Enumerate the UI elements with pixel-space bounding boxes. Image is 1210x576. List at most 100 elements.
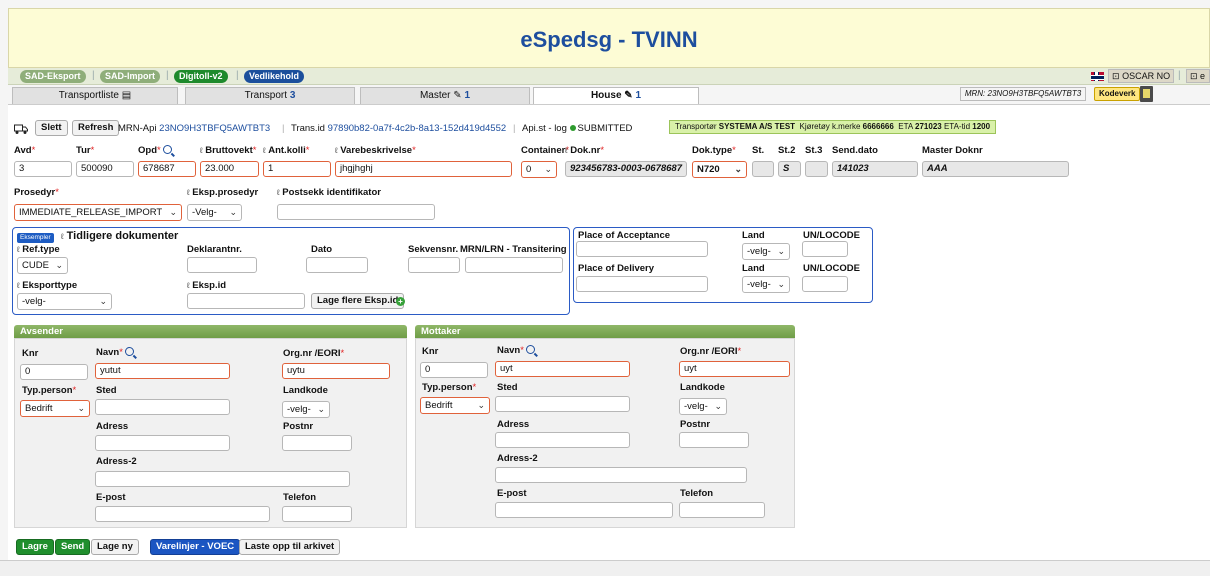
api-status[interactable]: Api.st - log SUBMITTED — [522, 123, 632, 134]
avsender-landkode-label: Landkode — [283, 385, 328, 396]
search-icon[interactable] — [525, 345, 535, 354]
nav-sad-import[interactable]: SAD-Import — [100, 70, 160, 83]
tur-input[interactable]: 500090 — [76, 161, 134, 177]
tab-master[interactable]: Master ✎ 1 — [360, 87, 530, 104]
container-select[interactable]: 0 ⌄ — [521, 161, 557, 178]
mottaker-knr-input[interactable]: 0 — [420, 362, 488, 378]
avsender-adress-label: Adress — [96, 421, 129, 432]
avsender-adress2-input[interactable] — [95, 471, 350, 487]
refresh-button[interactable]: Refresh — [72, 120, 120, 136]
doktype-label: Dok.type* — [692, 145, 736, 156]
eksp-prosedyr-select[interactable]: -Velg- ⌄ — [187, 204, 242, 221]
deklarant-input[interactable] — [187, 257, 257, 273]
mrn-lrn-input[interactable] — [465, 257, 563, 273]
mottaker-sted-input[interactable] — [495, 396, 630, 412]
chevron-down-icon: ⌄ — [714, 401, 722, 411]
doktype-select[interactable]: N720 ⌄ — [692, 161, 747, 178]
dato-input[interactable] — [306, 257, 368, 273]
mottaker-typperson-select[interactable]: Bedrift ⌄ — [420, 397, 490, 414]
avsender-header: Avsender — [14, 325, 407, 338]
avsender-postnr-input[interactable] — [282, 435, 352, 451]
avsender-navn-input[interactable]: yutut — [95, 363, 230, 379]
extra-menu[interactable]: ⊡ e — [1186, 69, 1210, 83]
prosedyr-label: Prosedyr* — [14, 187, 59, 198]
nav-digitoll[interactable]: Digitoll-v2 — [174, 70, 228, 83]
tur-label: Tur* — [76, 145, 95, 156]
add-icon[interactable]: + — [396, 297, 405, 306]
tab-transportliste[interactable]: Transportliste ▤ — [12, 87, 178, 104]
search-icon[interactable] — [162, 145, 172, 154]
chevron-down-icon: ⌄ — [77, 403, 85, 413]
senddato-label: Send.dato — [832, 145, 878, 156]
avsender-landkode-select[interactable]: -velg- ⌄ — [282, 401, 330, 418]
avsender-telefon-input[interactable] — [282, 506, 352, 522]
land-select-1[interactable]: -velg- ⌄ — [742, 243, 790, 260]
varebeskrivelse-input[interactable]: jhgjhghj — [335, 161, 512, 177]
avsender-knr-input[interactable]: 0 — [20, 364, 88, 380]
brutto-label: ℓ Bruttovekt* — [200, 145, 257, 156]
mottaker-postnr-input[interactable] — [679, 432, 749, 448]
mottaker-orgnr-input[interactable]: uyt — [679, 361, 790, 377]
st-input — [752, 161, 774, 177]
trans-id-link[interactable]: 97890b82-0a7f-4c2b-8a13-152d419d4552 — [328, 123, 507, 134]
mrn-api-link[interactable]: 23NO9H3TBFQ5AWTBT3 — [159, 123, 270, 134]
lage-ny-button[interactable]: Lage ny — [91, 539, 139, 555]
avsender-typperson-select[interactable]: Bedrift ⌄ — [20, 400, 90, 417]
tab-transport[interactable]: Transport 3 — [185, 87, 355, 104]
avsender-epost-input[interactable] — [95, 506, 270, 522]
mottaker-adress2-input[interactable] — [495, 467, 747, 483]
norway-flag-icon[interactable] — [1091, 72, 1104, 81]
opd-input[interactable]: 678687 — [138, 161, 196, 177]
unlocode-input-2[interactable] — [802, 276, 848, 292]
place-acceptance-input[interactable] — [576, 241, 708, 257]
postsekk-input[interactable] — [277, 204, 435, 220]
varelinjer-voec-button[interactable]: Varelinjer - VOEC — [150, 539, 241, 555]
avsender-adress-input[interactable] — [95, 435, 230, 451]
avsender-orgnr-label: Org.nr /EORI* — [283, 348, 345, 359]
land-select-2[interactable]: -velg- ⌄ — [742, 276, 790, 293]
avd-label: Avd* — [14, 145, 36, 156]
mottaker-orgnr-label: Org.nr /EORI* — [680, 346, 742, 357]
tab-house[interactable]: House ✎ 1 — [533, 87, 699, 105]
bruttovekt-input[interactable]: 23.000 — [200, 161, 259, 177]
lage-flere-eksp-id-button[interactable]: Lage flere Eksp.id — [311, 293, 405, 309]
search-icon[interactable] — [124, 347, 134, 356]
eksp-id-input[interactable] — [187, 293, 305, 309]
laste-opp-button[interactable]: Laste opp til arkivet — [239, 539, 341, 555]
kodeverk-button[interactable]: Kodeverk — [1094, 87, 1141, 101]
lagre-button[interactable]: Lagre — [16, 539, 54, 555]
nav-vedlikehold[interactable]: Vedlikehold — [244, 70, 305, 83]
avsender-postnr-label: Postnr — [283, 421, 314, 432]
eksempler-badge[interactable]: Eksempler — [17, 233, 54, 243]
mottaker-header: Mottaker — [415, 325, 795, 338]
mottaker-telefon-input[interactable] — [679, 502, 765, 518]
mottaker-adress-input[interactable] — [495, 432, 630, 448]
avsender-sted-label: Sted — [96, 385, 117, 396]
sekvens-input[interactable] — [408, 257, 460, 273]
chevron-down-icon: ⌄ — [477, 400, 485, 410]
nav-sad-eksport[interactable]: SAD-Eksport — [20, 70, 86, 83]
mottaker-epost-input[interactable] — [495, 502, 673, 518]
avsender-orgnr-input[interactable]: uytu — [282, 363, 390, 379]
user-menu[interactable]: ⊡ OSCAR NO — [1108, 69, 1175, 83]
avd-input[interactable]: 3 — [14, 161, 72, 177]
book-icon[interactable] — [1140, 86, 1153, 102]
app-title: eSpedsg - TVINN — [520, 27, 698, 52]
reftype-select[interactable]: CUDE ⌄ — [17, 257, 68, 274]
eksporttype-select[interactable]: -velg- ⌄ — [17, 293, 112, 310]
mottaker-landkode-select[interactable]: -velg- ⌄ — [679, 398, 727, 415]
mottaker-adress2-label: Adress-2 — [497, 453, 538, 464]
footer-bar — [0, 560, 1210, 576]
antkolli-input[interactable]: 1 — [263, 161, 331, 177]
slett-button[interactable]: Slett — [35, 120, 68, 136]
unlocode-input-1[interactable] — [802, 241, 848, 257]
chevron-down-icon: ⌄ — [544, 164, 552, 174]
st2-label: St.2 — [778, 145, 796, 156]
place-delivery-input[interactable] — [576, 276, 708, 292]
mottaker-navn-input[interactable]: uyt — [495, 361, 630, 377]
send-button[interactable]: Send — [55, 539, 91, 555]
st3-label: St.3 — [805, 145, 823, 156]
prosedyr-select[interactable]: IMMEDIATE_RELEASE_IMPORT ⌄ — [14, 204, 182, 221]
avsender-sted-input[interactable] — [95, 399, 230, 415]
place-acceptance-label: Place of Acceptance — [578, 230, 671, 241]
